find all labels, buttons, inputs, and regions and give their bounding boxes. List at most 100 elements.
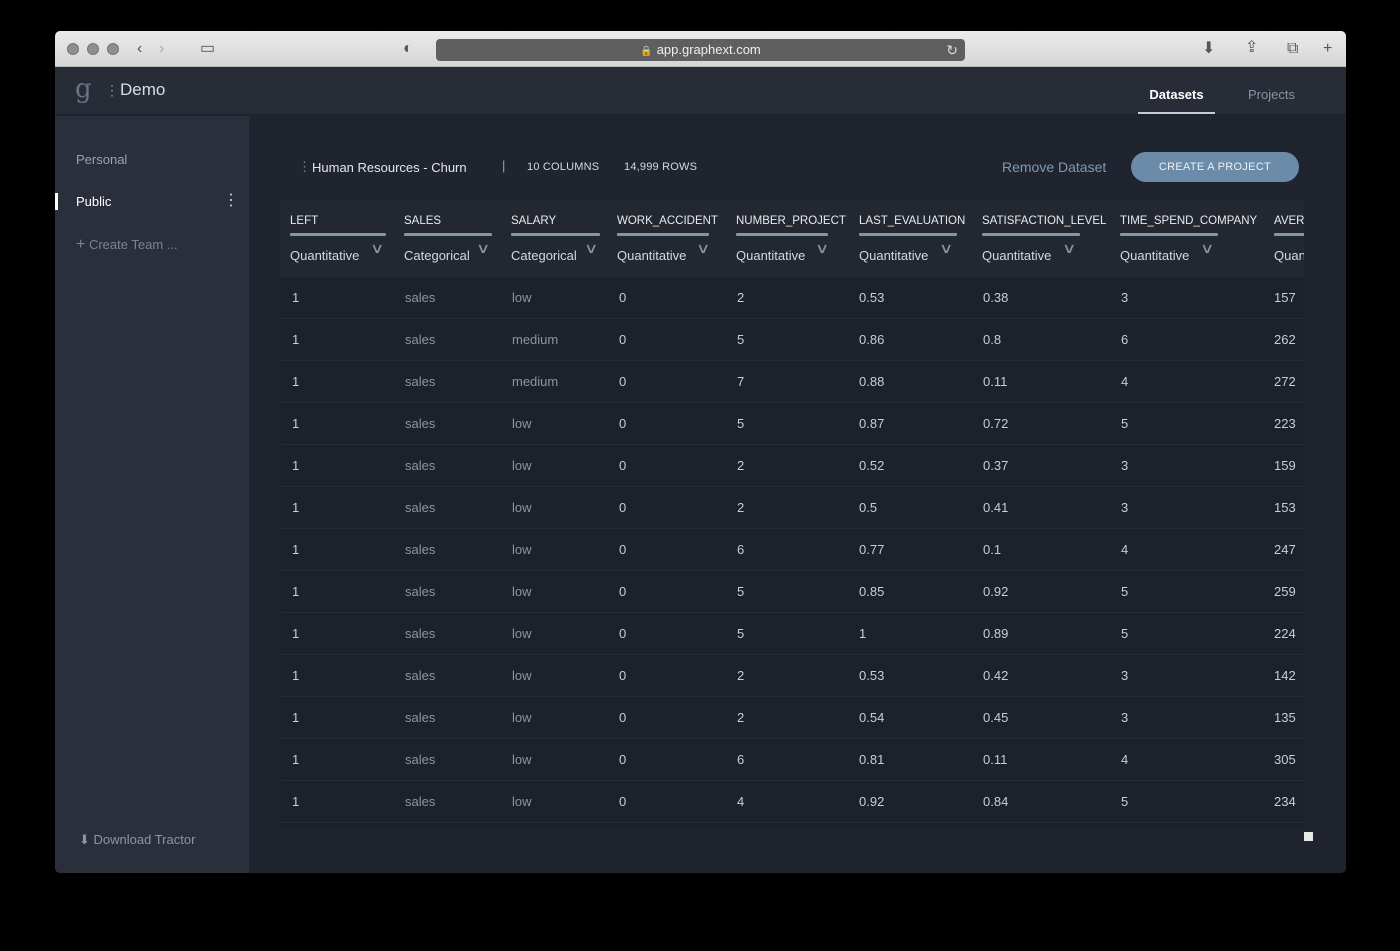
- org-name[interactable]: Demo: [120, 80, 165, 100]
- table-row[interactable]: 1 sales low 0 6 0.81 0.11 4 305: [281, 739, 1304, 781]
- sidebar-item-personal[interactable]: Personal: [76, 152, 127, 167]
- reload-icon[interactable]: ↻: [946, 39, 958, 61]
- table-cell: 0: [619, 626, 627, 641]
- address-bar[interactable]: 🔒 app.graphext.com ↻: [436, 39, 965, 61]
- remove-dataset-link[interactable]: Remove Dataset: [1002, 159, 1106, 175]
- table-row[interactable]: 1 sales medium 0 7 0.88 0.11 4 272: [281, 361, 1304, 403]
- table-cell: 1: [292, 458, 300, 473]
- table-row[interactable]: 1 sales low 0 2 0.53 0.42 3 142: [281, 655, 1304, 697]
- chevron-down-icon[interactable]: ∨: [696, 240, 710, 257]
- table-cell: 272: [1274, 374, 1296, 389]
- table-row[interactable]: 1 sales low 0 5 1 0.89 5 224: [281, 613, 1304, 655]
- table-cell: 0.89: [983, 626, 1009, 641]
- table-cell: 1: [859, 626, 867, 641]
- column-header-left[interactable]: LEFT: [290, 215, 318, 227]
- table-cell: 3: [1121, 290, 1129, 305]
- graphext-logo[interactable]: g: [75, 76, 92, 102]
- table-row[interactable]: 1 sales low 0 5 0.85 0.92 5 259: [281, 571, 1304, 613]
- table-cell: 1: [292, 626, 300, 641]
- column-type-select[interactable]: Categorical: [511, 248, 577, 263]
- create-team-label: Create Team ...: [88, 237, 178, 252]
- column-header-work-accident[interactable]: WORK_ACCIDENT: [617, 215, 718, 227]
- table-cell: 4: [1121, 542, 1129, 557]
- table-cell: 0.88: [859, 374, 885, 389]
- table-cell: 2: [737, 500, 745, 515]
- column-distribution-bar: [290, 233, 386, 236]
- table-row[interactable]: 1 sales low 0 6 0.77 0.1 4 247: [281, 529, 1304, 571]
- table-cell: 0: [619, 710, 627, 725]
- table-cell: 1: [292, 794, 300, 809]
- table-cell: medium: [512, 332, 559, 347]
- scroll-corner[interactable]: [1304, 832, 1313, 841]
- new-tab-icon[interactable]: +: [1323, 41, 1332, 57]
- chevron-down-icon[interactable]: ∨: [815, 240, 829, 257]
- table-cell: 0.53: [859, 668, 885, 683]
- download-tractor-button[interactable]: ⬇ Download Tractor: [79, 832, 195, 848]
- table-row[interactable]: 1 sales low 0 4 0.92 0.84 5 234: [281, 781, 1304, 823]
- table-cell: sales: [405, 458, 436, 473]
- table-cell: 0: [619, 458, 627, 473]
- dataset-options-icon[interactable]: ⋮: [298, 159, 311, 175]
- minimize-window-dot[interactable]: [87, 43, 99, 55]
- table-cell: 1: [292, 374, 300, 389]
- table-cell: low: [512, 500, 532, 515]
- tab-projects[interactable]: Projects: [1248, 87, 1295, 102]
- sidebar-toggle-icon[interactable]: ▭: [200, 41, 215, 57]
- column-header-aver[interactable]: AVER: [1274, 215, 1304, 227]
- column-type-select[interactable]: Quantitative: [290, 248, 359, 263]
- table-cell: 234: [1274, 794, 1296, 809]
- chevron-down-icon[interactable]: ∨: [476, 240, 490, 257]
- table-cell: 5: [1121, 794, 1129, 809]
- table-cell: 0.38: [983, 290, 1009, 305]
- table-cell: sales: [405, 668, 436, 683]
- share-icon[interactable]: ⇪: [1245, 40, 1258, 56]
- url-text: app.graphext.com: [656, 42, 761, 57]
- tab-datasets[interactable]: Datasets: [1138, 87, 1215, 114]
- chevron-down-icon[interactable]: ∨: [370, 240, 384, 257]
- download-icon[interactable]: ⬇: [1202, 41, 1215, 57]
- column-type-select[interactable]: Quantitative: [736, 248, 805, 263]
- shield-icon[interactable]: ◐: [403, 41, 413, 57]
- column-type-select[interactable]: Quantitative: [617, 248, 686, 263]
- data-table[interactable]: LEFT Quantitative ∨ SALES Categorical ∨ SALARY…: [281, 201, 1304, 830]
- column-type-select[interactable]: Quan: [1274, 248, 1304, 263]
- close-window-dot[interactable]: [67, 43, 79, 55]
- table-cell: 6: [1121, 332, 1129, 347]
- column-header-last-evaluation[interactable]: LAST_EVALUATION: [859, 215, 965, 227]
- column-type-select[interactable]: Quantitative: [859, 248, 928, 263]
- column-distribution-bar: [736, 233, 828, 236]
- table-row[interactable]: 1 sales low 0 2 0.5 0.41 3 153: [281, 487, 1304, 529]
- table-cell: 0.11: [983, 374, 1008, 389]
- column-header-number-project[interactable]: NUMBER_PROJECT: [736, 215, 846, 227]
- column-header-salary[interactable]: SALARY: [511, 215, 556, 227]
- table-cell: 224: [1274, 626, 1296, 641]
- org-menu-icon[interactable]: ⋮: [105, 82, 119, 99]
- public-options-icon[interactable]: ⋮: [223, 190, 239, 210]
- column-header-sales[interactable]: SALES: [404, 215, 441, 227]
- column-header-time-spend-company[interactable]: TIME_SPEND_COMPANY: [1120, 215, 1257, 227]
- table-cell: sales: [405, 626, 436, 641]
- chevron-down-icon[interactable]: ∨: [1200, 240, 1214, 257]
- table-header: LEFT Quantitative ∨ SALES Categorical ∨ SALARY…: [281, 201, 1304, 277]
- forward-icon[interactable]: ›: [159, 41, 164, 57]
- table-row[interactable]: 1 sales low 0 2 0.54 0.45 3 135: [281, 697, 1304, 739]
- column-type-select[interactable]: Quantitative: [982, 248, 1051, 263]
- table-cell: 0: [619, 794, 627, 809]
- table-row[interactable]: 1 sales low 0 5 0.87 0.72 5 223: [281, 403, 1304, 445]
- chevron-down-icon[interactable]: ∨: [1062, 240, 1076, 257]
- column-type-select[interactable]: Quantitative: [1120, 248, 1189, 263]
- column-type-select[interactable]: Categorical: [404, 248, 470, 263]
- sidebar-item-public[interactable]: Public: [76, 194, 111, 209]
- create-project-button[interactable]: CREATE A PROJECT: [1131, 152, 1299, 182]
- chevron-down-icon[interactable]: ∨: [939, 240, 953, 257]
- back-icon[interactable]: ‹: [137, 41, 142, 57]
- chevron-down-icon[interactable]: ∨: [584, 240, 598, 257]
- tabs-overview-icon[interactable]: ⧉: [1287, 41, 1298, 57]
- table-row[interactable]: 1 sales medium 0 5 0.86 0.8 6 262: [281, 319, 1304, 361]
- column-header-satisfaction-level[interactable]: SATISFACTION_LEVEL: [982, 215, 1106, 227]
- table-row[interactable]: 1 sales low 0 2 0.52 0.37 3 159: [281, 445, 1304, 487]
- table-row[interactable]: 1 sales low 0 2 0.53 0.38 3 157: [281, 277, 1304, 319]
- column-distribution-bar: [404, 233, 492, 236]
- create-team-button[interactable]: + Create Team ...: [76, 236, 178, 254]
- zoom-window-dot[interactable]: [107, 43, 119, 55]
